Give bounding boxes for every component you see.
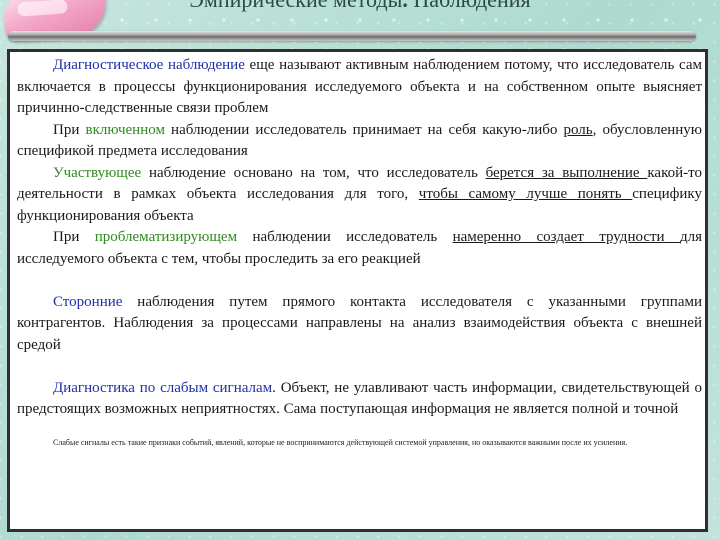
- paragraph-external-observation: Сторонние наблюдения путем прямого конта…: [17, 292, 702, 357]
- paragraph-text: наблюдении исследователь: [237, 229, 453, 245]
- underlined-takes-on: берется за выполнение: [485, 164, 648, 181]
- term-participating: Участвующее: [53, 164, 142, 181]
- paragraph-lead: При: [53, 229, 95, 245]
- term-external: Сторонние: [53, 293, 123, 310]
- content-text: Диагностическое наблюдение еще называют …: [17, 55, 702, 448]
- term-included: включенном: [85, 121, 165, 138]
- slide-title-rest: Наблюдения: [408, 0, 530, 12]
- paragraph-diagnostic-observation: Диагностическое наблюдение еще называют …: [17, 55, 702, 120]
- paragraph-text: наблюдении исследователь принимает на се…: [164, 121, 564, 138]
- paragraph-lead: При: [53, 121, 86, 138]
- paragraph-weak-signals: Диагностика по слабым сигналам. Объект, …: [17, 378, 702, 421]
- paragraph-problematizing-observation: При проблематизирующем наблюдении исслед…: [17, 227, 702, 270]
- footnote: Слабые сигналы есть такие признаки событ…: [53, 437, 628, 447]
- slide-title: Эмпирические методы. Наблюдения: [0, 0, 720, 13]
- paragraph-text: наблюдение основано на том, что исследов…: [141, 164, 486, 181]
- paragraph-participating-observation: Участвующее наблюдение основано на том, …: [17, 163, 702, 228]
- title-underline-bar: [8, 31, 696, 41]
- underlined-understand: чтобы самому лучше понять: [418, 186, 633, 202]
- content-frame: Диагностическое наблюдение еще называют …: [7, 49, 708, 532]
- slide-title-main: Эмпирические методы: [189, 0, 402, 12]
- term-diagnostic-observation: Диагностическое наблюдение: [53, 57, 245, 73]
- underlined-role: роль: [563, 121, 593, 138]
- paragraph-included-observation: При включенном наблюдении исследователь …: [17, 120, 702, 163]
- term-problematizing: проблематизирующем: [94, 229, 238, 245]
- underlined-creates-difficulties: намеренно создает трудности: [452, 229, 680, 245]
- term-weak-signals: Диагностика по слабым сигналам: [53, 379, 273, 396]
